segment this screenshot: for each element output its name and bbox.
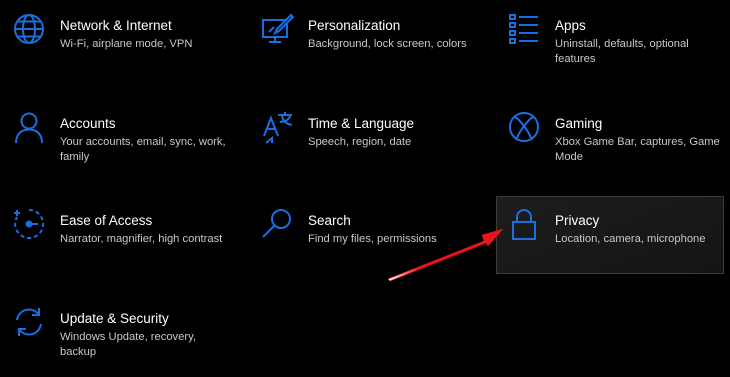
- tile-title: Personalization: [308, 18, 401, 33]
- tile-description: Xbox Game Bar, captures, Game Mode: [555, 136, 720, 163]
- settings-tile-ease-of-access[interactable]: Ease of Access Narrator, magnifier, high…: [2, 197, 230, 289]
- tile-title: Privacy: [555, 213, 600, 228]
- tile-description: Windows Update, recovery, backup: [60, 331, 196, 358]
- tile-title: Gaming: [555, 116, 603, 131]
- person-icon: [12, 110, 46, 144]
- xbox-icon: [507, 110, 541, 144]
- tile-description: Find my files, permissions: [308, 233, 437, 245]
- globe-icon: [12, 12, 46, 46]
- settings-tile-privacy[interactable]: Privacy Location, camera, microphone: [496, 196, 724, 274]
- tile-description: Wi-Fi, airplane mode, VPN: [60, 38, 193, 50]
- sync-icon: [12, 305, 46, 339]
- tile-description: Speech, region, date: [308, 136, 412, 148]
- settings-tile-gaming[interactable]: Gaming Xbox Game Bar, captures, Game Mod…: [497, 100, 725, 192]
- settings-tile-network[interactable]: Network & Internet Wi-Fi, airplane mode,…: [2, 2, 230, 94]
- tile-title: Apps: [555, 18, 586, 33]
- settings-tile-accounts[interactable]: Accounts Your accounts, email, sync, wor…: [2, 100, 230, 192]
- tile-description: Narrator, magnifier, high contrast: [60, 233, 223, 245]
- tile-title: Search: [308, 213, 351, 228]
- apps-list-icon: [507, 12, 541, 46]
- search-icon: [260, 207, 294, 241]
- tile-title: Update & Security: [60, 311, 169, 326]
- tile-description: Location, camera, microphone: [555, 233, 706, 245]
- personalization-icon: [260, 12, 294, 46]
- settings-tile-time-language[interactable]: Time & Language Speech, region, date: [250, 100, 478, 192]
- tile-title: Ease of Access: [60, 213, 153, 228]
- ease-of-access-icon: [12, 207, 46, 241]
- lock-icon: [507, 207, 541, 241]
- settings-tile-apps[interactable]: Apps Uninstall, defaults, optional featu…: [497, 2, 725, 94]
- tile-description: Background, lock screen, colors: [308, 38, 467, 50]
- settings-tile-search[interactable]: Search Find my files, permissions: [250, 197, 478, 289]
- tile-title: Accounts: [60, 116, 116, 131]
- language-icon: [260, 110, 294, 144]
- tile-description: Your accounts, email, sync, work, family: [60, 136, 226, 163]
- settings-tile-personalization[interactable]: Personalization Background, lock screen,…: [250, 2, 478, 94]
- tile-description: Uninstall, defaults, optional features: [555, 38, 689, 65]
- tile-title: Network & Internet: [60, 18, 172, 33]
- tile-title: Time & Language: [308, 116, 415, 131]
- settings-tile-update-security[interactable]: Update & Security Windows Update, recove…: [2, 295, 230, 375]
